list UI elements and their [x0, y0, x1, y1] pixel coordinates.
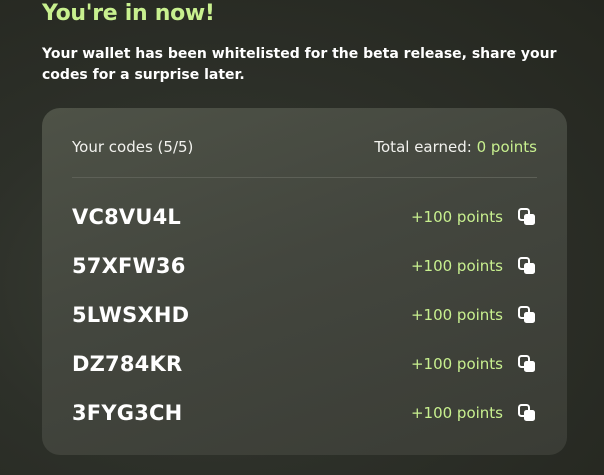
code-points: +100 points	[410, 305, 503, 324]
page-subtitle: Your wallet has been whitelisted for the…	[42, 46, 557, 83]
copy-icon[interactable]	[517, 403, 537, 423]
code-row: DZ784KR +100 points	[72, 339, 537, 388]
invite-code: 57XFW36	[72, 253, 186, 278]
codes-count-label: Your codes (5/5)	[72, 138, 194, 156]
copy-icon[interactable]	[517, 354, 537, 374]
code-row: 57XFW36 +100 points	[72, 241, 537, 290]
copy-icon[interactable]	[517, 305, 537, 325]
code-list: VC8VU4L +100 points 57XFW36 +100 points …	[72, 192, 537, 437]
invite-code: VC8VU4L	[72, 204, 181, 229]
total-earned-value: 0 points	[476, 138, 537, 156]
total-earned-label: Total earned:	[374, 138, 472, 156]
page-title: You're in now!	[42, 1, 215, 26]
code-points: +100 points	[410, 354, 503, 373]
code-row: 3FYG3CH +100 points	[72, 388, 537, 437]
code-row: 5LWSXHD +100 points	[72, 290, 537, 339]
code-points: +100 points	[410, 207, 503, 226]
code-row: VC8VU4L +100 points	[72, 192, 537, 241]
invite-code: 3FYG3CH	[72, 400, 183, 425]
codes-card-header: Your codes (5/5) Total earned: 0 points	[72, 136, 537, 158]
divider	[72, 177, 537, 178]
code-points: +100 points	[410, 403, 503, 422]
copy-icon[interactable]	[517, 207, 537, 227]
total-earned: Total earned: 0 points	[374, 138, 537, 156]
codes-card: Your codes (5/5) Total earned: 0 points …	[42, 108, 567, 455]
copy-icon[interactable]	[517, 256, 537, 276]
invite-code: 5LWSXHD	[72, 302, 190, 327]
code-points: +100 points	[410, 256, 503, 275]
invite-code: DZ784KR	[72, 351, 183, 376]
